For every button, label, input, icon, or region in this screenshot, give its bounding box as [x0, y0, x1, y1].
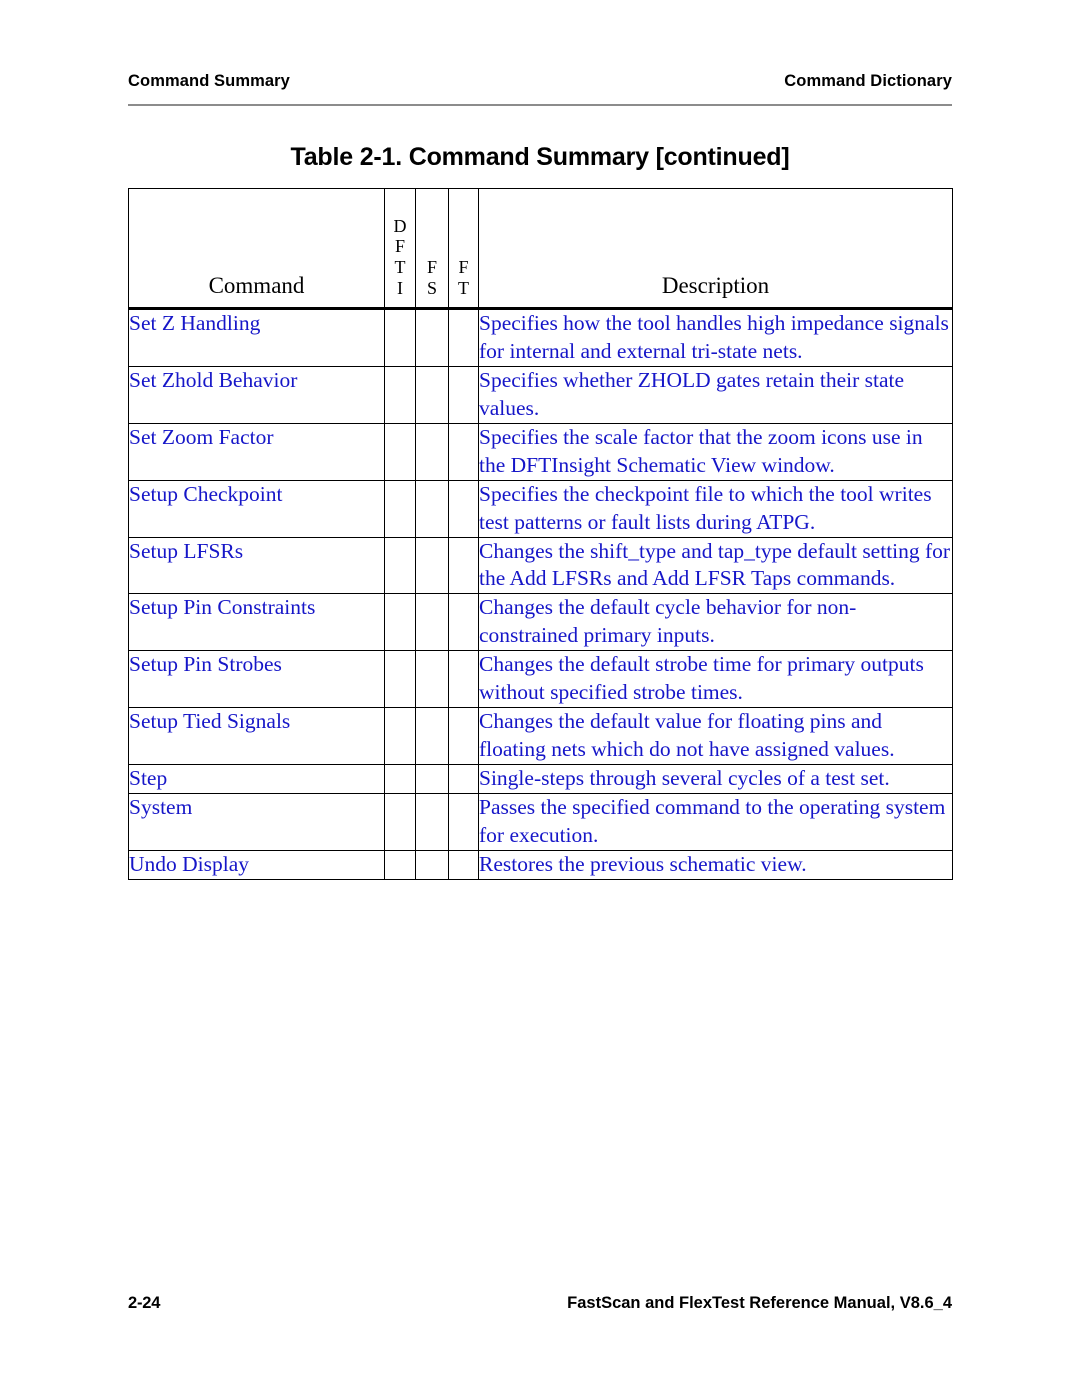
- table-row: System Passes the specified command to th…: [128, 792, 953, 851]
- table-cell-description: Changes the default value for floating p…: [478, 707, 953, 765]
- header-rule-divider: [128, 104, 952, 106]
- table-cell-description: Changes the shift_type and tap_type defa…: [478, 536, 953, 595]
- column-header-ft: F T: [448, 188, 479, 310]
- column-header-description-label: Description: [661, 273, 770, 298]
- table-cell-command[interactable]: Step: [128, 764, 385, 794]
- table-cell-command[interactable]: Setup Checkpoint: [128, 479, 385, 538]
- table-cell-dfti: [384, 707, 416, 765]
- table-cell-ft: [448, 593, 479, 652]
- table-cell-command[interactable]: Set Zhold Behavior: [128, 365, 385, 424]
- table-cell-command[interactable]: Setup Pin Constraints: [128, 593, 385, 652]
- dfti-letter-d: D: [393, 215, 407, 236]
- footer-page-number: 2-24: [128, 1294, 161, 1312]
- table-cell-description: Specifies the scale factor that the zoom…: [478, 422, 953, 481]
- running-header: Command Summary Command Dictionary: [128, 72, 952, 91]
- table-cell-fs: [415, 593, 449, 652]
- table-cell-command[interactable]: Undo Display: [128, 849, 385, 880]
- table-cell-dfti: [384, 422, 416, 481]
- table-row: Undo Display Restores the previous schema…: [128, 849, 953, 880]
- table-cell-description: Changes the default cycle behavior for n…: [478, 593, 953, 652]
- page-footer: 2-24 FastScan and FlexTest Reference Man…: [128, 1294, 952, 1313]
- running-header-right: Command Dictionary: [784, 72, 952, 90]
- table-cell-dfti: [384, 650, 416, 709]
- table-header-row: Command D F T I F S F T Description: [128, 188, 953, 310]
- table-cell-ft: [448, 365, 479, 424]
- column-header-command-label: Command: [208, 273, 305, 298]
- fs-letter-f: F: [426, 257, 437, 278]
- table-cell-fs: [415, 536, 449, 595]
- table-row: Set Zoom Factor Specifies the scale facto…: [128, 422, 953, 481]
- dfti-letter-i: I: [397, 278, 403, 299]
- table-row: Setup Pin Strobes Changes the default str…: [128, 650, 953, 709]
- table-cell-description: Restores the previous schematic view.: [478, 849, 953, 880]
- command-summary-table: Command D F T I F S F T Description Set …: [128, 188, 953, 880]
- table-row: Step Single-steps through several cycles …: [128, 764, 953, 794]
- table-cell-command[interactable]: Setup Pin Strobes: [128, 650, 385, 709]
- table-cell-fs: [415, 792, 449, 851]
- table-row: Setup Pin Constraints Changes the default…: [128, 593, 953, 652]
- table-body: Set Z Handling Specifies how the tool han…: [128, 308, 953, 880]
- table-cell-fs: [415, 650, 449, 709]
- footer-manual-title: FastScan and FlexTest Reference Manual, …: [567, 1294, 952, 1312]
- running-header-left: Command Summary: [128, 72, 290, 90]
- table-cell-dfti: [384, 536, 416, 595]
- column-header-dfti-label: D F T I: [385, 216, 415, 300]
- table-cell-description: Changes the default strobe time for prim…: [478, 650, 953, 709]
- table-cell-description: Specifies how the tool handles high impe…: [478, 308, 953, 367]
- ft-letter-t: T: [458, 278, 469, 299]
- table-header: Command D F T I F S F T Description: [128, 188, 953, 310]
- table-cell-description: Specifies the checkpoint file to which t…: [478, 479, 953, 538]
- table-row: Setup LFSRs Changes the shift_type and ta…: [128, 536, 953, 595]
- dfti-letter-f: F: [394, 236, 405, 257]
- table-cell-description: Single-steps through several cycles of a…: [478, 764, 953, 794]
- column-header-fs-label: F S: [416, 257, 448, 299]
- table-cell-dfti: [384, 365, 416, 424]
- table-cell-fs: [415, 707, 449, 765]
- table-cell-ft: [448, 422, 479, 481]
- table-cell-ft: [448, 479, 479, 538]
- table-row: Setup Tied Signals Changes the default va…: [128, 707, 953, 765]
- column-header-dfti: D F T I: [384, 188, 416, 310]
- ft-letter-f: F: [458, 257, 469, 278]
- table-cell-command[interactable]: Set Zoom Factor: [128, 422, 385, 481]
- table-cell-command[interactable]: Setup Tied Signals: [128, 707, 385, 765]
- table-cell-ft: [448, 792, 479, 851]
- table-cell-dfti: [384, 792, 416, 851]
- table-cell-dfti: [384, 308, 416, 367]
- column-header-command: Command: [128, 188, 385, 310]
- table-cell-fs: [415, 308, 449, 367]
- table-cell-fs: [415, 422, 449, 481]
- table-row: Setup Checkpoint Specifies the checkpoint…: [128, 479, 953, 538]
- table-cell-ft: [448, 650, 479, 709]
- table-cell-ft: [448, 308, 479, 367]
- table-cell-fs: [415, 365, 449, 424]
- table-cell-dfti: [384, 849, 416, 880]
- table-row: Set Z Handling Specifies how the tool han…: [128, 308, 953, 367]
- table-cell-ft: [448, 764, 479, 794]
- table-cell-fs: [415, 479, 449, 538]
- table-cell-description: Specifies whether ZHOLD gates retain the…: [478, 365, 953, 424]
- table-cell-command[interactable]: Set Z Handling: [128, 308, 385, 367]
- column-header-description: Description: [478, 188, 953, 310]
- column-header-ft-label: F T: [449, 257, 478, 299]
- table-cell-description: Passes the specified command to the oper…: [478, 792, 953, 851]
- table-cell-dfti: [384, 593, 416, 652]
- table-cell-fs: [415, 764, 449, 794]
- fs-letter-s: S: [426, 278, 437, 299]
- table-cell-command[interactable]: System: [128, 792, 385, 851]
- table-cell-ft: [448, 536, 479, 595]
- table-cell-dfti: [384, 479, 416, 538]
- table-row: Set Zhold Behavior Specifies whether ZHOL…: [128, 365, 953, 424]
- table-cell-dfti: [384, 764, 416, 794]
- table-caption: Table 2-1. Command Summary [continued]: [290, 143, 790, 171]
- table-cell-fs: [415, 849, 449, 880]
- table-cell-ft: [448, 707, 479, 765]
- column-header-fs: F S: [415, 188, 449, 310]
- table-cell-command[interactable]: Setup LFSRs: [128, 536, 385, 595]
- dfti-letter-t: T: [394, 257, 406, 278]
- table-cell-ft: [448, 849, 479, 880]
